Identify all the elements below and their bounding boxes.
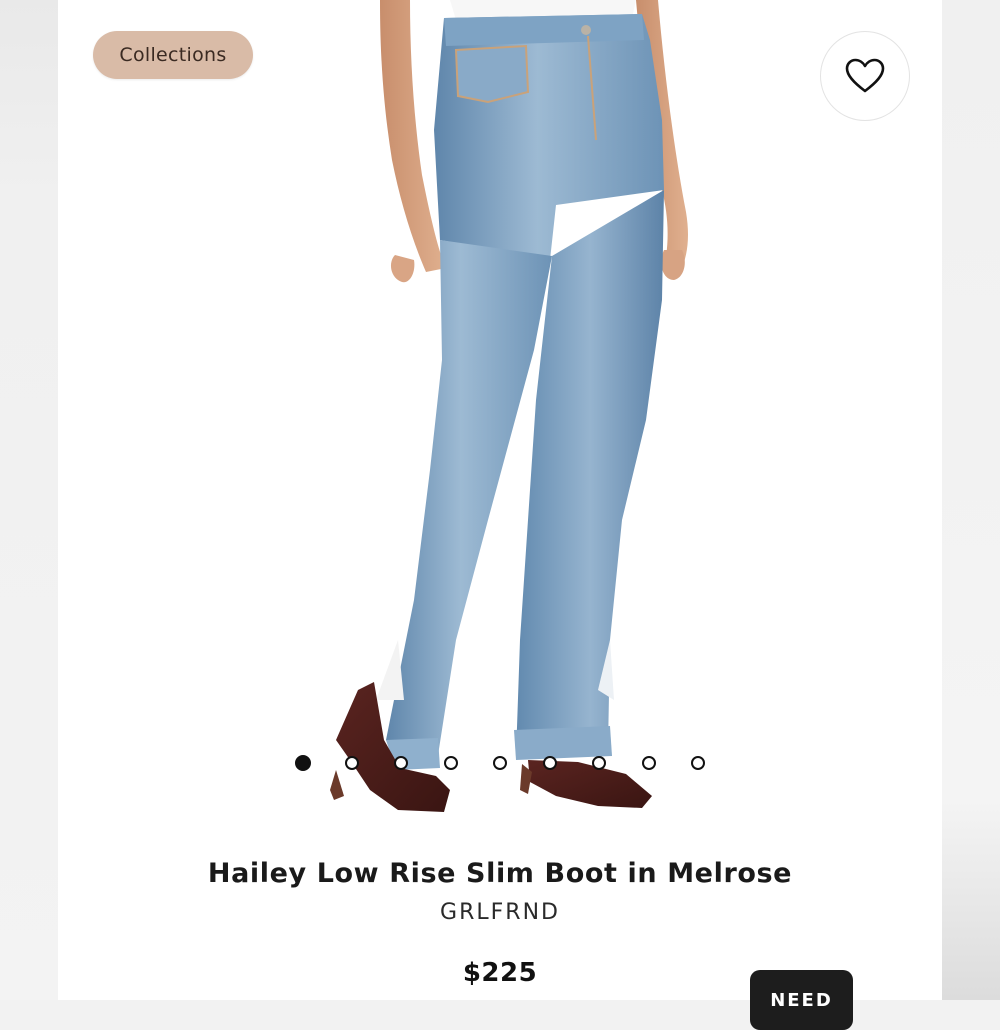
right-page-edge bbox=[942, 0, 1000, 1000]
need-help-button[interactable]: NEED bbox=[750, 970, 853, 1030]
carousel-dot[interactable] bbox=[394, 756, 408, 770]
carousel-dot[interactable] bbox=[443, 756, 458, 770]
product-brand[interactable]: GRLFRND bbox=[58, 900, 942, 925]
product-image[interactable] bbox=[58, 0, 942, 840]
carousel-dot[interactable] bbox=[344, 756, 359, 770]
carousel-dot[interactable] bbox=[691, 756, 705, 770]
left-page-edge bbox=[0, 0, 58, 1000]
carousel-dots bbox=[58, 755, 942, 775]
product-title: Hailey Low Rise Slim Boot in Melrose bbox=[207, 858, 793, 889]
collections-label: Collections bbox=[119, 44, 227, 66]
carousel-dot[interactable] bbox=[592, 756, 606, 770]
carousel-dot[interactable] bbox=[295, 755, 311, 771]
collections-button[interactable]: Collections bbox=[93, 31, 253, 79]
carousel-dot[interactable] bbox=[542, 756, 557, 770]
carousel-dot[interactable] bbox=[641, 756, 656, 770]
heart-outline-icon bbox=[845, 58, 885, 93]
carousel-dot[interactable] bbox=[493, 756, 507, 770]
favorite-button[interactable] bbox=[820, 31, 910, 121]
need-help-label: NEED bbox=[770, 990, 833, 1011]
product-card: Collections Hailey Low Rise Slim Boot in… bbox=[58, 0, 942, 1000]
